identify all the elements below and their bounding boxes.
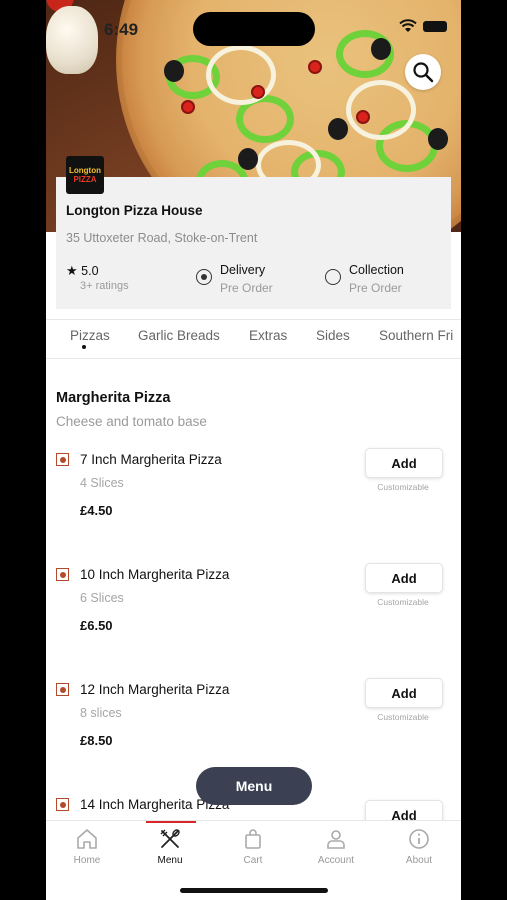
item-name: 7 Inch Margherita Pizza	[80, 452, 222, 467]
rating-count: 3+ ratings	[80, 280, 129, 292]
battery-icon	[423, 20, 447, 32]
bag-icon	[245, 829, 261, 849]
add-button[interactable]: Add	[365, 448, 443, 478]
customizable-label: Customizable	[377, 712, 429, 722]
status-icons	[399, 19, 447, 33]
tab-pizzas[interactable]: Pizzas	[70, 328, 110, 343]
item-price: £4.50	[80, 503, 113, 518]
menu-item: 10 Inch Margherita Pizza 6 Slices £6.50 …	[46, 563, 461, 678]
onion-ring	[346, 80, 416, 140]
olive	[164, 60, 184, 82]
nav-menu[interactable]: Menu	[140, 827, 200, 866]
item-name: 12 Inch Margherita Pizza	[80, 682, 230, 697]
veg-icon	[56, 683, 69, 696]
restaurant-logo: Longton PIZZA	[66, 156, 104, 194]
restaurant-info-card: Longton PIZZA Longton Pizza House 35 Utt…	[56, 156, 451, 309]
wifi-icon	[399, 19, 417, 32]
menu-floating-button[interactable]: Menu	[196, 767, 312, 805]
pepperoni	[308, 60, 322, 74]
collection-label: Collection	[349, 263, 404, 277]
item-description: 6 Slices	[80, 591, 124, 605]
nav-label: Menu	[157, 855, 183, 866]
rating: ★ 5.0	[66, 263, 99, 279]
olive	[238, 148, 258, 170]
info-icon	[409, 829, 429, 849]
restaurant-address: 35 Uttoxeter Road, Stoke-on-Trent	[66, 231, 258, 245]
home-indicator	[180, 888, 328, 893]
nav-cart[interactable]: Cart	[223, 827, 283, 866]
collection-radio[interactable]	[325, 269, 341, 285]
customizable-label: Customizable	[377, 482, 429, 492]
rating-value: 5.0	[81, 264, 99, 278]
tab-garlic-breads[interactable]: Garlic Breads	[138, 328, 220, 343]
delivery-label: Delivery	[220, 263, 266, 277]
active-nav-indicator	[146, 821, 196, 823]
section-subtitle: Cheese and tomato base	[56, 414, 207, 429]
restaurant-name: Longton Pizza House	[66, 203, 203, 218]
nav-label: Account	[317, 855, 355, 866]
olive	[328, 118, 348, 140]
item-description: 4 Slices	[80, 476, 124, 490]
add-button[interactable]: Add	[365, 800, 443, 820]
item-price: £8.50	[80, 733, 113, 748]
collection-sub: Pre Order	[349, 281, 402, 295]
onion-ring	[206, 45, 276, 105]
search-button[interactable]	[405, 54, 441, 90]
add-button[interactable]: Add	[365, 678, 443, 708]
cutlery-icon	[160, 829, 180, 848]
dynamic-island	[193, 12, 315, 46]
olive	[371, 38, 391, 60]
garlic-decoration	[46, 6, 98, 74]
item-description: 8 slices	[80, 706, 122, 720]
pepperoni	[356, 110, 370, 124]
nav-account[interactable]: Account	[306, 827, 366, 866]
item-price: £6.50	[80, 618, 113, 633]
veg-icon	[56, 453, 69, 466]
delivery-sub: Pre Order	[220, 281, 273, 295]
star-icon: ★	[66, 263, 78, 278]
search-icon	[413, 62, 434, 83]
tab-sides[interactable]: Sides	[316, 328, 350, 343]
delivery-radio[interactable]	[196, 269, 212, 285]
tab-extras[interactable]: Extras	[249, 328, 287, 343]
nav-label: Cart	[243, 855, 263, 866]
active-tab-indicator	[82, 345, 86, 349]
olive	[428, 128, 448, 150]
add-button[interactable]: Add	[365, 563, 443, 593]
status-time: 6:49	[104, 20, 139, 39]
item-name: 10 Inch Margherita Pizza	[80, 567, 230, 582]
nav-home[interactable]: Home	[57, 827, 117, 866]
user-icon	[327, 830, 345, 849]
menu-item: 7 Inch Margherita Pizza 4 Slices £4.50 A…	[46, 448, 461, 563]
veg-icon	[56, 798, 69, 811]
category-tabs: Pizzas Garlic Breads Extras Sides Southe…	[46, 319, 461, 359]
customizable-label: Customizable	[377, 597, 429, 607]
pepperoni	[181, 100, 195, 114]
tab-southern-fried[interactable]: Southern Fri	[379, 328, 453, 343]
nav-about[interactable]: About	[389, 827, 449, 866]
nav-label: Home	[73, 855, 101, 866]
pepperoni	[251, 85, 265, 99]
app-screen: 6:49 Longton PIZZA Longton Pizza House 3…	[46, 0, 461, 900]
nav-label: About	[405, 855, 433, 866]
home-icon	[77, 829, 97, 849]
section-title: Margherita Pizza	[56, 390, 171, 406]
veg-icon	[56, 568, 69, 581]
